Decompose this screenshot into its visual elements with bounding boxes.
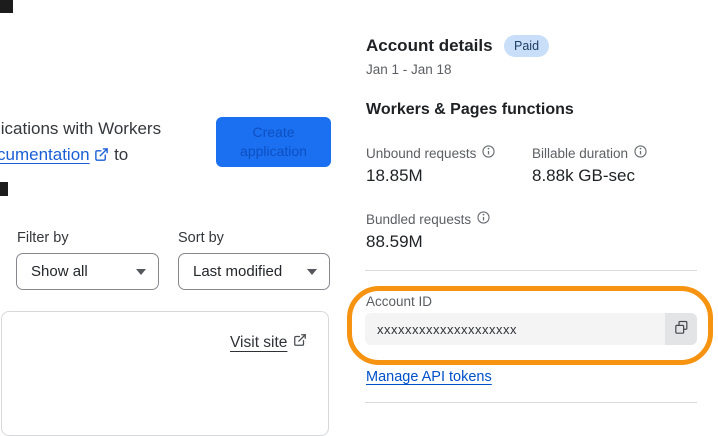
sort-dropdown[interactable]: Last modified [178, 253, 330, 290]
divider [365, 270, 697, 271]
bundled-requests-label: Bundled requests [366, 211, 490, 227]
cropped-artifact-top-left [0, 0, 13, 13]
copy-icon [673, 319, 690, 339]
stat-label-text: Billable duration [532, 145, 629, 161]
intro-line1: lications with Workers [0, 119, 162, 138]
paid-badge: Paid [504, 35, 550, 57]
intro-line2-suffix: to [109, 145, 129, 164]
copy-button[interactable] [665, 313, 697, 345]
sort-by-label: Sort by [178, 230, 224, 246]
info-icon[interactable] [634, 145, 647, 161]
manage-api-tokens-link[interactable]: Manage API tokens [366, 369, 492, 385]
external-link-icon [293, 333, 307, 352]
cropped-artifact-left-edge [0, 182, 8, 196]
visit-site-label: Visit site [230, 333, 288, 351]
account-id-label: Account ID [366, 294, 433, 309]
chevron-down-icon [307, 268, 317, 275]
info-icon[interactable] [482, 145, 495, 161]
project-card [1, 311, 329, 436]
filter-dropdown[interactable]: Show all [16, 253, 159, 290]
unbound-requests-value: 18.85M [366, 166, 423, 185]
billable-duration-value: 8.88k GB-sec [532, 166, 635, 185]
visit-site-link[interactable]: Visit site [230, 333, 307, 352]
stat-label-text: Unbound requests [366, 145, 477, 161]
filter-dropdown-value: Show all [31, 263, 88, 280]
unbound-requests-label: Unbound requests [366, 145, 495, 161]
intro-text: lications with Workers cumentation to [0, 116, 227, 170]
external-link-icon [94, 144, 109, 170]
stat-label-text: Bundled requests [366, 211, 472, 227]
divider [365, 402, 697, 403]
bundled-requests-value: 88.59M [366, 232, 423, 251]
date-range: Jan 1 - Jan 18 [366, 62, 452, 77]
billable-duration-label: Billable duration [532, 145, 647, 161]
info-icon[interactable] [477, 211, 490, 227]
documentation-link[interactable]: cumentation [0, 145, 90, 164]
workers-pages-functions-title: Workers & Pages functions [366, 101, 574, 118]
account-id-input[interactable] [365, 313, 697, 345]
sort-dropdown-value: Last modified [193, 263, 283, 280]
intro-line2: cumentation to [0, 142, 227, 170]
filter-by-label: Filter by [17, 230, 69, 246]
account-details-title: Account details [366, 36, 493, 55]
chevron-down-icon [136, 268, 146, 275]
account-id-field-group [365, 313, 697, 345]
create-application-button[interactable]: Create application [216, 117, 331, 167]
